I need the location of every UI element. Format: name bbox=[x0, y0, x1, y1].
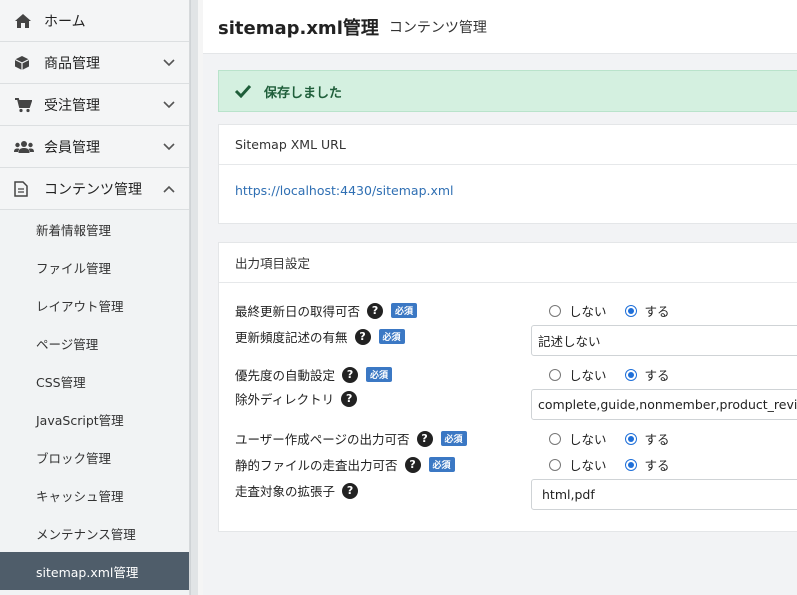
static-files-radio-yes[interactable]: する bbox=[624, 455, 670, 474]
sidebar-item-label: ホーム bbox=[44, 13, 86, 30]
field-label: ユーザー作成ページの出力可否 bbox=[235, 432, 410, 447]
sidebar-item-label: 受注管理 bbox=[44, 97, 100, 114]
priority-radio-group: しない する bbox=[549, 365, 688, 384]
sidebar-subitem-cache[interactable]: キャッシュ管理 bbox=[0, 476, 189, 514]
extensions-input[interactable]: html,pdf bbox=[531, 479, 797, 510]
help-icon[interactable]: ? bbox=[342, 366, 359, 383]
sidebar: ホーム 商品管理 受注管理 会員管理 コンテンツ管理 新着情報管理 ファイル管理… bbox=[0, 0, 190, 595]
sitemap-url-link[interactable]: https://localhost:4430/sitemap.xml bbox=[235, 183, 454, 198]
chevron-up-icon bbox=[163, 183, 175, 195]
user-pages-radio-no[interactable]: しない bbox=[549, 429, 607, 448]
sidebar-subitem-files[interactable]: ファイル管理 bbox=[0, 248, 189, 286]
cart-icon bbox=[14, 96, 34, 114]
required-badge: 必須 bbox=[440, 431, 467, 446]
sidebar-scroll-divider bbox=[190, 0, 198, 595]
last-modified-radio-group: しない する bbox=[549, 301, 688, 320]
field-label: 更新頻度記述の有無 bbox=[235, 330, 348, 345]
required-badge: 必須 bbox=[366, 367, 393, 382]
sidebar-subitem-news[interactable]: 新着情報管理 bbox=[0, 210, 189, 248]
page-header: sitemap.xml管理 コンテンツ管理 bbox=[203, 0, 797, 54]
field-label: 優先度の自動設定 bbox=[235, 368, 336, 383]
box-icon bbox=[14, 54, 34, 72]
last-modified-radio-no[interactable]: しない bbox=[549, 301, 607, 320]
document-icon bbox=[14, 180, 34, 198]
sidebar-subitem-pages[interactable]: ページ管理 bbox=[0, 324, 189, 362]
help-icon[interactable]: ? bbox=[416, 430, 433, 447]
sidebar-subitem-javascript[interactable]: JavaScript管理 bbox=[0, 400, 189, 438]
page-title: sitemap.xml管理 bbox=[218, 17, 379, 39]
chevron-down-icon bbox=[163, 99, 175, 111]
success-alert: 保存しました bbox=[218, 70, 797, 112]
sidebar-item-products[interactable]: 商品管理 bbox=[0, 42, 189, 84]
last-modified-radio-yes[interactable]: する bbox=[624, 301, 670, 320]
sidebar-item-label: 商品管理 bbox=[44, 55, 100, 72]
field-label: 静的ファイルの走査出力可否 bbox=[235, 458, 398, 473]
static-files-label-row: 静的ファイルの走査出力可否 ? 必須 bbox=[235, 455, 455, 474]
check-icon bbox=[234, 83, 254, 99]
last-modified-label-row: 最終更新日の取得可否 ? 必須 bbox=[235, 301, 418, 320]
chevron-down-icon bbox=[163, 141, 175, 153]
page-subtitle: コンテンツ管理 bbox=[388, 19, 487, 36]
card-heading: Sitemap XML URL bbox=[219, 125, 797, 165]
sidebar-subitem-css[interactable]: CSS管理 bbox=[0, 362, 189, 400]
sidebar-subitem-blocks[interactable]: ブロック管理 bbox=[0, 438, 189, 476]
priority-radio-yes[interactable]: する bbox=[624, 365, 670, 384]
changefreq-label-row: 更新頻度記述の有無 ? 必須 bbox=[235, 327, 405, 346]
extensions-label-row: 走査対象の拡張子 ? bbox=[235, 481, 359, 500]
sidebar-item-label: コンテンツ管理 bbox=[44, 181, 142, 198]
user-pages-radio-group: しない する bbox=[549, 429, 688, 448]
changefreq-select[interactable]: 記述しない bbox=[531, 325, 797, 356]
sidebar-item-label: 会員管理 bbox=[44, 139, 100, 156]
help-icon[interactable]: ? bbox=[341, 390, 358, 407]
sidebar-item-contents[interactable]: コンテンツ管理 bbox=[0, 168, 189, 210]
alert-message: 保存しました bbox=[264, 85, 343, 101]
sitemap-url-card: Sitemap XML URL https://localhost:4430/s… bbox=[218, 124, 797, 224]
home-icon bbox=[14, 12, 34, 30]
field-label: 除外ディレクトリ bbox=[235, 392, 335, 407]
sidebar-item-home[interactable]: ホーム bbox=[0, 0, 189, 42]
field-label: 走査対象の拡張子 bbox=[235, 484, 336, 499]
output-settings-card: 出力項目設定 最終更新日の取得可否 ? 必須 しない する 更新頻度記述の有無 … bbox=[218, 242, 797, 532]
help-icon[interactable]: ? bbox=[354, 328, 371, 345]
help-icon[interactable]: ? bbox=[342, 482, 359, 499]
exclude-dirs-input[interactable]: complete,guide,nonmember,product_review bbox=[531, 389, 797, 420]
user-pages-radio-yes[interactable]: する bbox=[624, 429, 670, 448]
required-badge: 必須 bbox=[428, 457, 455, 472]
sidebar-item-members[interactable]: 会員管理 bbox=[0, 126, 189, 168]
help-icon[interactable]: ? bbox=[367, 302, 384, 319]
priority-label-row: 優先度の自動設定 ? 必須 bbox=[235, 365, 393, 384]
exclude-dirs-label-row: 除外ディレクトリ ? bbox=[235, 389, 358, 408]
sidebar-item-orders[interactable]: 受注管理 bbox=[0, 84, 189, 126]
static-files-radio-group: しない する bbox=[549, 455, 688, 474]
sidebar-subitem-layout[interactable]: レイアウト管理 bbox=[0, 286, 189, 324]
chevron-down-icon bbox=[163, 57, 175, 69]
sidebar-subitem-sitemap[interactable]: sitemap.xml管理 bbox=[0, 552, 189, 590]
static-files-radio-no[interactable]: しない bbox=[549, 455, 607, 474]
users-icon bbox=[14, 138, 34, 156]
field-label: 最終更新日の取得可否 bbox=[235, 304, 361, 319]
user-pages-label-row: ユーザー作成ページの出力可否 ? 必須 bbox=[235, 429, 467, 448]
card-heading: 出力項目設定 bbox=[219, 243, 797, 283]
priority-radio-no[interactable]: しない bbox=[549, 365, 607, 384]
sidebar-subitem-maintenance[interactable]: メンテナンス管理 bbox=[0, 514, 189, 552]
required-badge: 必須 bbox=[391, 303, 418, 318]
help-icon[interactable]: ? bbox=[404, 456, 421, 473]
required-badge: 必須 bbox=[378, 329, 405, 344]
